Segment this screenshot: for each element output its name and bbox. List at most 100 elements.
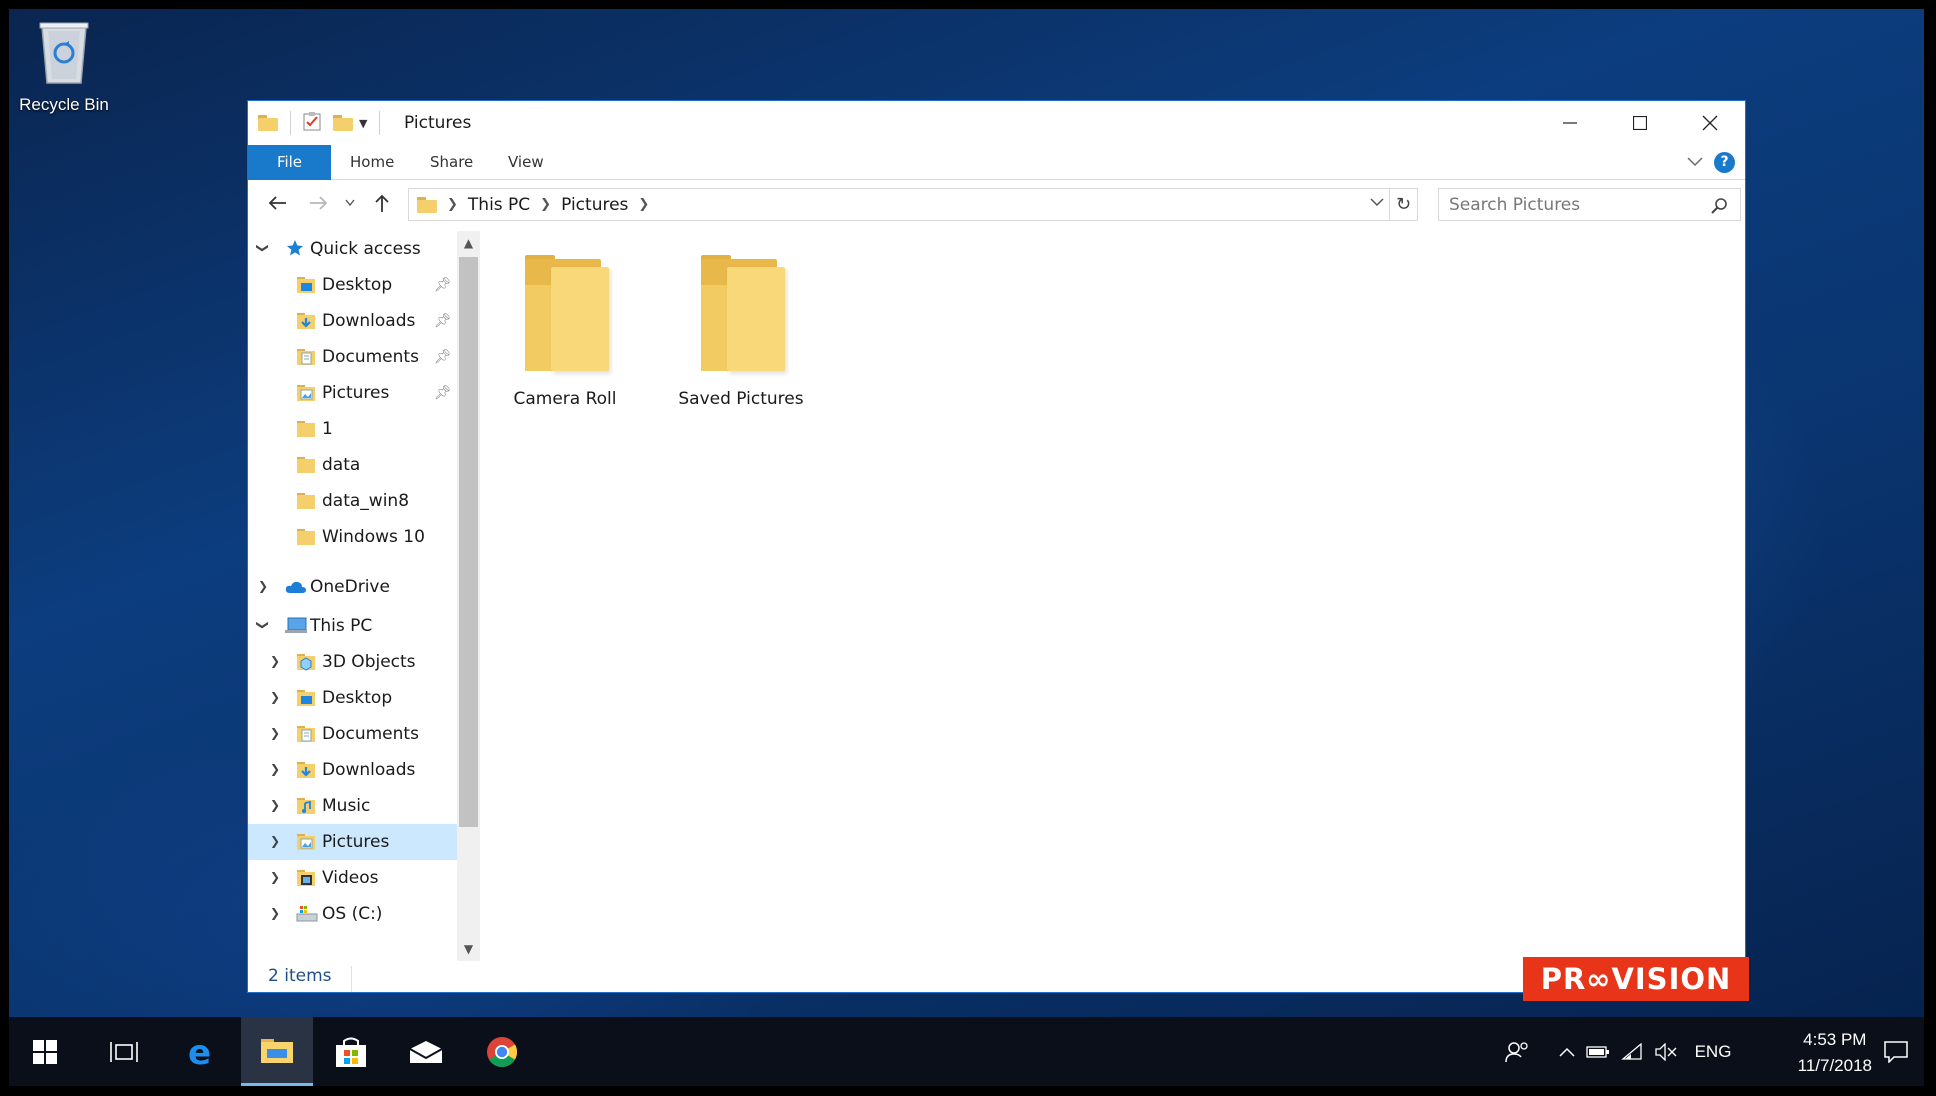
tree-item-pictures[interactable]: Pictures 📌︎ xyxy=(248,375,457,411)
scroll-up-arrow-icon[interactable]: ▲ xyxy=(457,231,480,255)
close-button[interactable] xyxy=(1675,101,1745,145)
folder-icon xyxy=(693,255,789,377)
help-icon[interactable]: ? xyxy=(1714,152,1735,173)
back-button[interactable] xyxy=(262,187,292,219)
tree-item-windows-10[interactable]: Windows 10 xyxy=(248,519,457,555)
expand-chevron-icon[interactable]: ❯ xyxy=(268,798,282,812)
search-icon[interactable] xyxy=(1711,198,1727,218)
tree-item-documents[interactable]: ❯ Documents xyxy=(248,716,457,752)
expand-ribbon-chevron-icon[interactable] xyxy=(1687,153,1703,171)
tree-item-3d-objects[interactable]: ❯ 3D Objects xyxy=(248,644,457,680)
tree-item-data-win8[interactable]: data_win8 xyxy=(248,483,457,519)
store-button[interactable] xyxy=(315,1017,387,1086)
tree-item-data[interactable]: data xyxy=(248,447,457,483)
tree-item-desktop[interactable]: ❯ Desktop xyxy=(248,680,457,716)
file-explorer-taskbar-button[interactable] xyxy=(241,1017,313,1086)
collapse-chevron-icon[interactable]: ❯ xyxy=(256,618,270,632)
clock[interactable]: 4:53 PM 11/7/2018 xyxy=(1798,1027,1872,1079)
tree-item-pictures[interactable]: ❯ Pictures xyxy=(248,824,457,860)
folder-item-saved-pictures[interactable]: Saved Pictures xyxy=(666,255,816,409)
breadcrumb-separator-icon[interactable]: ❯ xyxy=(540,197,551,212)
breadcrumb-this-pc[interactable]: This PC xyxy=(468,195,530,215)
tree-item-1[interactable]: 1 xyxy=(248,411,457,447)
title-bar[interactable]: ▼ Pictures xyxy=(248,101,1745,145)
tree-onedrive[interactable]: ❯ OneDrive xyxy=(248,569,457,605)
address-bar[interactable]: ❯ This PC ❯ Pictures ❯ ↻ xyxy=(408,188,1418,221)
videos-folder-icon xyxy=(296,868,316,893)
tab-share[interactable]: Share xyxy=(416,145,487,180)
expand-chevron-icon[interactable]: ❯ xyxy=(268,654,282,668)
mail-button[interactable] xyxy=(390,1017,462,1086)
refresh-icon: ↻ xyxy=(1395,194,1412,215)
search-input[interactable]: Search Pictures xyxy=(1438,188,1741,221)
tab-view[interactable]: View xyxy=(494,145,558,180)
scroll-thumb[interactable] xyxy=(459,257,478,827)
tree-item-music[interactable]: ❯ Music xyxy=(248,788,457,824)
volume-button[interactable] xyxy=(1651,1017,1681,1086)
network-button[interactable] xyxy=(1617,1017,1647,1086)
tree-quick-access[interactable]: ❯ Quick access xyxy=(248,231,457,267)
tree-label: Desktop xyxy=(322,275,393,295)
tree-this-pc[interactable]: ❯ This PC xyxy=(248,608,457,644)
minimize-button[interactable] xyxy=(1535,101,1605,145)
tree-item-downloads[interactable]: Downloads 📌︎ xyxy=(248,303,457,339)
start-button[interactable] xyxy=(9,1017,81,1086)
expand-chevron-icon[interactable]: ❯ xyxy=(268,762,282,776)
customize-qat-icon[interactable]: ▼ xyxy=(359,117,367,130)
recent-locations-button[interactable] xyxy=(342,187,358,219)
tree-label: data xyxy=(322,455,361,475)
tab-file[interactable]: File xyxy=(248,145,331,180)
breadcrumb-separator-icon[interactable]: ❯ xyxy=(447,197,458,212)
new-folder-icon[interactable] xyxy=(333,115,353,131)
action-center-button[interactable] xyxy=(1874,1017,1918,1086)
up-button[interactable] xyxy=(368,187,396,219)
breadcrumb-separator-icon[interactable]: ❯ xyxy=(638,197,649,212)
tree-item-downloads[interactable]: ❯ Downloads xyxy=(248,752,457,788)
input-language-indicator[interactable]: ENG xyxy=(1692,1017,1734,1086)
tree-item-os-c[interactable]: ❯ OS (C:) xyxy=(248,896,457,932)
tree-item-desktop[interactable]: Desktop 📌︎ xyxy=(248,267,457,303)
expand-chevron-icon[interactable]: ❯ xyxy=(268,834,282,848)
people-button[interactable] xyxy=(1497,1017,1537,1086)
edge-icon: e xyxy=(188,1036,211,1068)
expand-chevron-icon[interactable]: ❯ xyxy=(268,690,282,704)
window-folder-icon xyxy=(258,115,278,131)
window-title: Pictures xyxy=(404,113,472,133)
recycle-bin-label: Recycle Bin xyxy=(19,95,109,114)
task-view-button[interactable] xyxy=(88,1017,160,1086)
expand-chevron-icon[interactable]: ❯ xyxy=(268,726,282,740)
properties-icon[interactable] xyxy=(303,111,321,135)
status-divider xyxy=(351,966,352,992)
collapse-chevron-icon[interactable]: ❯ xyxy=(256,241,270,255)
expand-chevron-icon[interactable]: ❯ xyxy=(256,579,270,593)
tree-item-videos[interactable]: ❯ Videos xyxy=(248,860,457,896)
up-arrow-icon xyxy=(375,194,389,212)
maximize-button[interactable] xyxy=(1605,101,1675,145)
expand-chevron-icon[interactable]: ❯ xyxy=(268,870,282,884)
expand-chevron-icon[interactable]: ❯ xyxy=(268,906,282,920)
scroll-down-arrow-icon[interactable]: ▼ xyxy=(457,937,480,961)
forward-button[interactable] xyxy=(304,187,334,219)
breadcrumb-pictures[interactable]: Pictures xyxy=(561,195,628,215)
edge-button[interactable]: e xyxy=(165,1017,237,1086)
qat-divider xyxy=(379,111,381,135)
desktop-folder-icon xyxy=(296,688,316,713)
tab-home[interactable]: Home xyxy=(336,145,408,180)
show-hidden-icons-button[interactable] xyxy=(1554,1017,1580,1086)
tree-label: Videos xyxy=(322,868,379,888)
wifi-icon xyxy=(1621,1042,1642,1060)
back-arrow-icon xyxy=(268,196,286,210)
provision-logo: PR∞VISION xyxy=(1523,957,1749,1001)
chrome-button[interactable] xyxy=(466,1017,538,1086)
close-icon xyxy=(1702,115,1718,131)
tree-item-documents[interactable]: Documents 📌︎ xyxy=(248,339,457,375)
refresh-button[interactable]: ↻ xyxy=(1389,189,1417,220)
nav-pane-scrollbar[interactable]: ▲ ▼ xyxy=(457,231,480,961)
folder-item-camera-roll[interactable]: Camera Roll xyxy=(490,255,640,409)
recycle-bin-shortcut[interactable]: Recycle Bin xyxy=(19,17,109,115)
battery-button[interactable] xyxy=(1583,1017,1613,1086)
tree-label: Quick access xyxy=(310,239,421,259)
folder-icon xyxy=(296,491,316,516)
navigation-pane: ❯ Quick access Desktop 📌︎ Downloads 📌︎ Docum… xyxy=(248,231,457,961)
address-history-dropdown-icon[interactable] xyxy=(1370,196,1384,211)
